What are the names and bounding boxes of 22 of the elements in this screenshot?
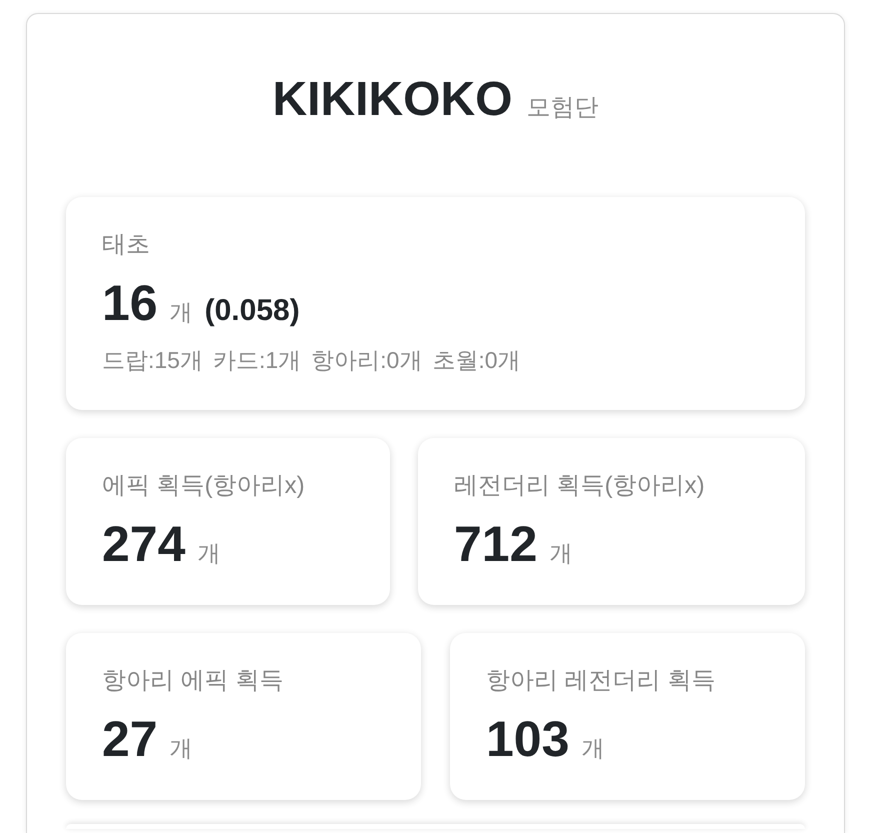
stat-label: 태초 xyxy=(102,230,151,260)
breakdown-item: 초월:0개 xyxy=(432,346,521,375)
breakdown-item: 카드:1개 xyxy=(212,346,302,375)
stat-label: 레전더리 획득(항아리x) xyxy=(454,471,706,501)
unit-label: 개 xyxy=(581,734,604,763)
unit-label: 개 xyxy=(170,298,193,327)
breakdown-item: 항아리:0개 xyxy=(311,346,422,375)
ratio-value: (0.058) xyxy=(204,294,300,328)
unit-label: 개 xyxy=(170,734,193,763)
stat-label: 에픽 획득(항아리x) xyxy=(102,471,306,501)
stat-value: 103 xyxy=(486,710,570,769)
unit-label: 개 xyxy=(197,539,220,568)
stat-value: 274 xyxy=(102,515,186,574)
stat-value: 16 xyxy=(102,274,158,333)
stat-label: 항아리 에픽 획득 xyxy=(102,666,284,696)
guild-name: KIKIKOKO xyxy=(272,72,512,128)
unit-label: 개 xyxy=(549,539,572,568)
guild-label: 모험단 xyxy=(526,93,598,123)
breakdown-item: 드랍:15개 xyxy=(102,346,203,375)
stat-value: 712 xyxy=(454,515,538,574)
stat-label: 항아리 레전더리 획득 xyxy=(486,666,716,696)
stat-value: 27 xyxy=(102,710,158,769)
